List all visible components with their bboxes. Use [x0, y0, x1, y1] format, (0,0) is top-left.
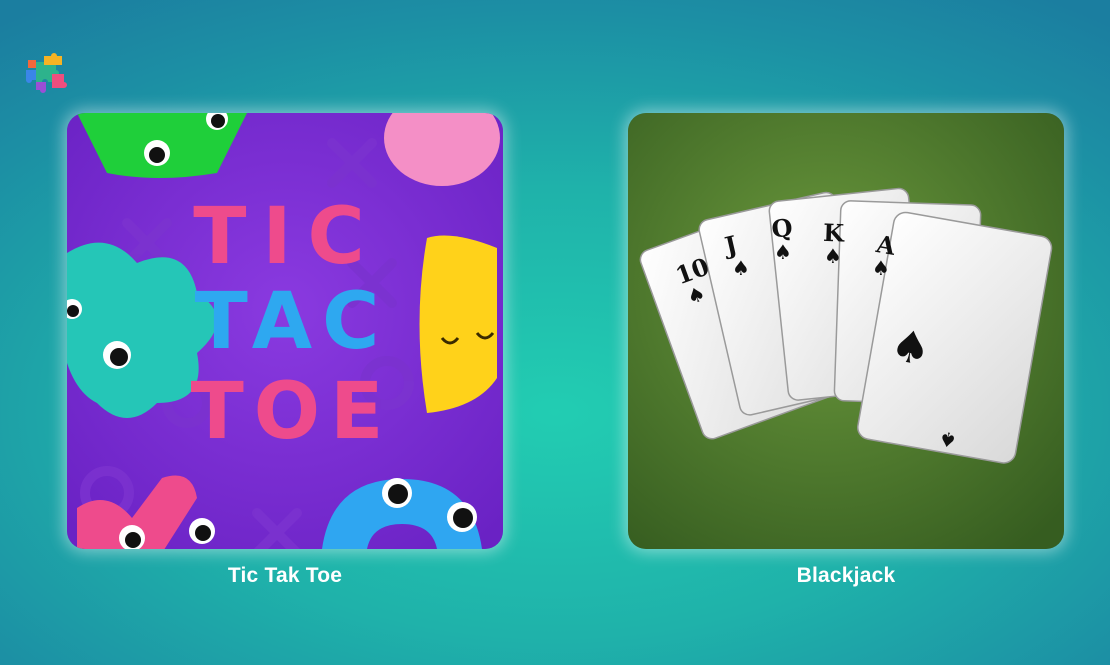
svg-text:♠: ♠	[872, 256, 890, 280]
playing-cards-art[interactable]: 10 J Q K A ♠ ♠ ♠ ♠ ♠ ♠ ♠	[628, 113, 1064, 549]
svg-text:♠: ♠	[732, 256, 750, 280]
art-text-tac: TAC	[195, 277, 390, 367]
svg-text:♠: ♠	[824, 244, 842, 268]
card-rank-q: Q	[770, 213, 794, 244]
game-card-tic-tac-toe[interactable]: TIC TAC TOE Tic Tak Toe	[67, 113, 503, 588]
game-card-blackjack[interactable]: 10 J Q K A ♠ ♠ ♠ ♠ ♠ ♠ ♠ Blackjack	[628, 113, 1064, 588]
art-text-toe: TOE	[191, 367, 394, 457]
svg-text:♠: ♠	[774, 240, 792, 264]
tic-tac-toe-art[interactable]: TIC TAC TOE	[67, 113, 503, 549]
puzzle-logo-icon[interactable]	[22, 52, 70, 96]
game-title-tic-tac-toe[interactable]: Tic Tak Toe	[67, 564, 503, 588]
art-text-tic: TIC	[193, 192, 380, 282]
game-title-blackjack[interactable]: Blackjack	[628, 564, 1064, 588]
